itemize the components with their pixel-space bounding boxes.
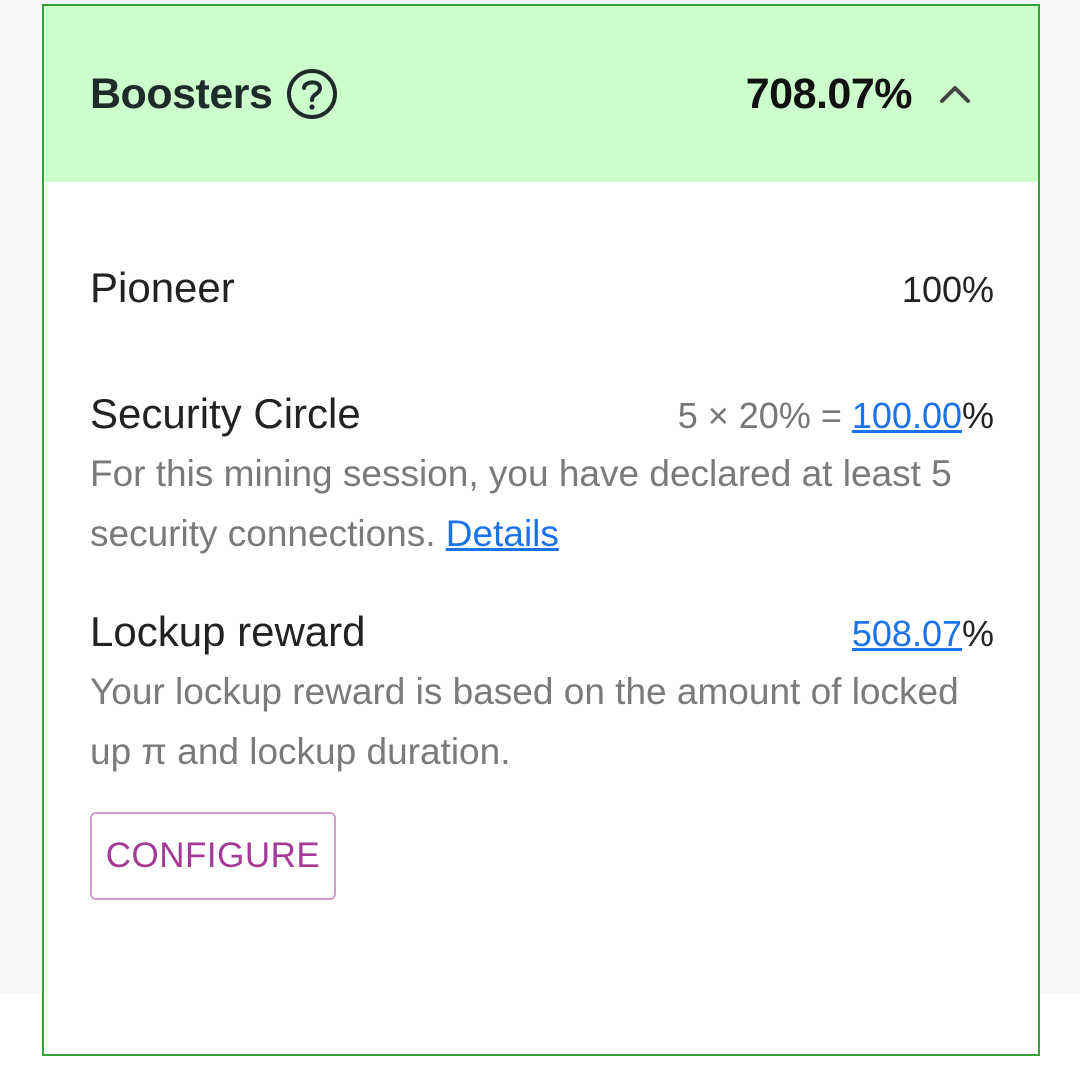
security-circle-section: Security Circle 5 × 20% = 100.00% For th…	[90, 312, 994, 564]
pioneer-section: Pioneer 100%	[90, 182, 994, 312]
security-circle-percent: %	[961, 395, 994, 436]
lockup-reward-section: Lockup reward 508.07% Your lockup reward…	[90, 564, 994, 900]
security-circle-value-link[interactable]: 100.00	[852, 395, 962, 436]
lockup-reward-value: 508.07%	[852, 613, 994, 655]
boosters-total: 708.07%	[745, 69, 913, 118]
pioneer-label: Pioneer	[90, 264, 235, 311]
boosters-header[interactable]: Boosters 708.07%	[44, 6, 1038, 182]
pioneer-value: 100%	[901, 269, 994, 310]
security-circle-value: 5 × 20% = 100.00%	[678, 395, 994, 437]
lockup-reward-label: Lockup reward	[90, 608, 366, 655]
lockup-reward-description: Your lockup reward is based on the amoun…	[90, 671, 959, 772]
chevron-up-icon[interactable]	[938, 77, 972, 111]
configure-button[interactable]: CONFIGURE	[90, 812, 336, 900]
question-circle-icon[interactable]	[286, 68, 338, 120]
boosters-title: Boosters	[90, 69, 273, 118]
lockup-reward-percent: %	[961, 613, 994, 654]
boosters-card: Boosters 708.07% Pioneer 100% Security C…	[42, 4, 1040, 1056]
lockup-reward-value-link[interactable]: 508.07	[852, 613, 962, 654]
security-circle-label: Security Circle	[90, 390, 361, 437]
security-circle-formula: 5 × 20% =	[677, 395, 852, 436]
boosters-body: Pioneer 100% Security Circle 5 × 20% = 1…	[44, 182, 1038, 900]
details-link[interactable]: Details	[446, 513, 559, 554]
security-circle-description: For this mining session, you have declar…	[90, 453, 952, 554]
